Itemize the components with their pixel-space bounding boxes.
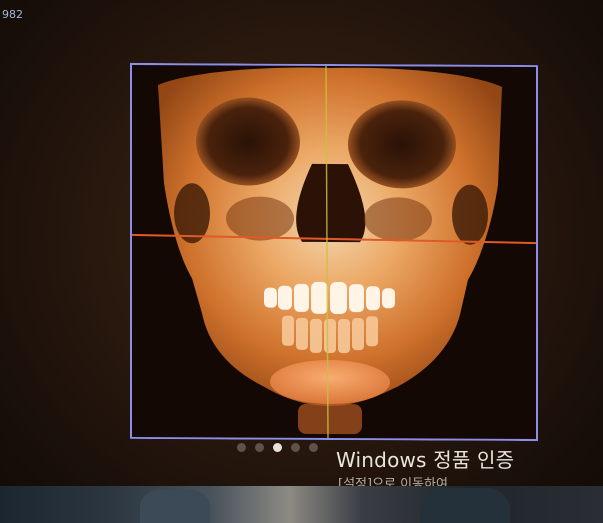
- slide-dot-5[interactable]: [309, 443, 318, 452]
- slide-indicator: [237, 443, 318, 452]
- slide-dot-1[interactable]: [237, 443, 246, 452]
- slide-dot-2[interactable]: [255, 443, 264, 452]
- corner-status-text: 982: [2, 8, 23, 21]
- slide-dot-4[interactable]: [291, 443, 300, 452]
- skull-render: [130, 62, 538, 442]
- background-object: [140, 490, 210, 523]
- slide-dot-3[interactable]: [273, 443, 282, 452]
- bottom-photo-strip: [0, 486, 603, 523]
- windows-activation-title: Windows 정품 인증: [336, 448, 515, 472]
- background-object: [420, 488, 510, 523]
- ct-3d-viewport[interactable]: [130, 62, 538, 442]
